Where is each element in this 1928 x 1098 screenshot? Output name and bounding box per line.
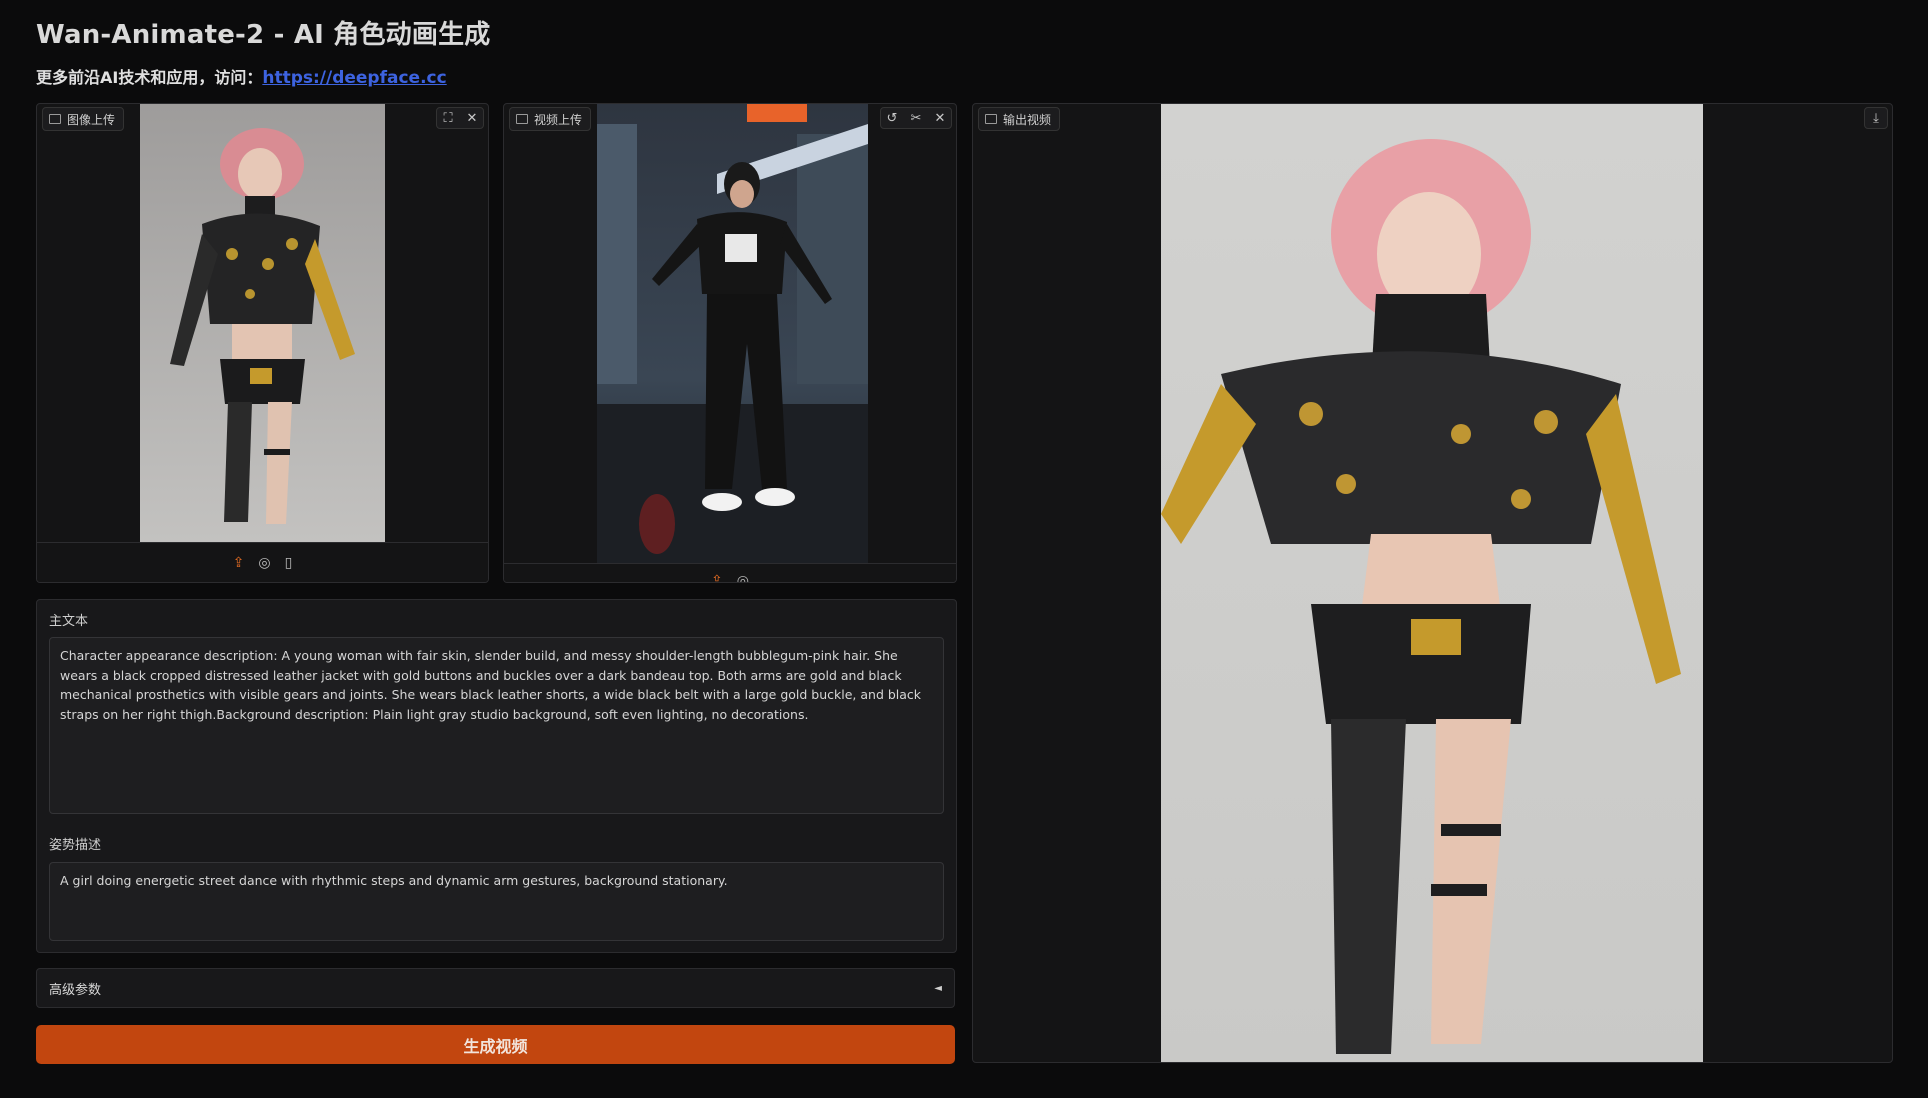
video-upload-label: 视频上传 <box>534 112 583 127</box>
video-icon <box>985 114 997 124</box>
advanced-params-accordion[interactable]: 高级参数 ◄ <box>36 968 955 1008</box>
image-tools: ⛶ ✕ <box>436 107 484 129</box>
upload-icon[interactable]: ⇪ <box>711 573 723 582</box>
output-video-panel[interactable]: 输出视频 ⤓ <box>972 103 1893 1063</box>
scissors-icon[interactable]: ✂ <box>905 108 927 128</box>
clipboard-icon[interactable]: ▯ <box>285 555 293 571</box>
generated-video-frame <box>1161 104 1703 1062</box>
image-icon <box>49 114 61 124</box>
download-icon[interactable]: ⤓ <box>1865 108 1887 128</box>
page-subtitle: 更多前沿AI技术和应用，访问：https://deepface.cc <box>36 64 447 88</box>
webcam-icon[interactable]: ◎ <box>737 573 749 582</box>
close-icon[interactable]: ✕ <box>929 108 951 128</box>
character-image <box>140 104 385 542</box>
image-upload-panel[interactable]: 图像上传 ⛶ ✕ ⇪ ◎ ▯ <box>36 103 489 583</box>
dance-video-frame <box>597 104 868 563</box>
page-title: Wan-Animate-2 - AI 角色动画生成 <box>36 20 491 50</box>
video-tools: ↺ ✂ ✕ <box>880 107 952 129</box>
undo-icon[interactable]: ↺ <box>881 108 903 128</box>
uploaded-image <box>140 104 385 542</box>
caret-left-icon: ◄ <box>934 982 942 994</box>
output-video[interactable] <box>1161 104 1703 1062</box>
output-video-label: 输出视频 <box>1003 112 1052 127</box>
prompt-label: 主文本 <box>49 614 89 629</box>
image-upload-label-chip: 图像上传 <box>42 107 125 131</box>
output-tools: ⤓ <box>1864 107 1888 129</box>
video-upload-toolbar: ⇪ ◎ <box>504 563 956 582</box>
close-icon[interactable]: ✕ <box>461 108 483 128</box>
prompt-textarea[interactable]: Character appearance description: A youn… <box>49 637 944 814</box>
image-upload-toolbar: ⇪ ◎ ▯ <box>37 542 488 582</box>
video-upload-label-chip: 视频上传 <box>509 107 592 131</box>
pose-textarea[interactable]: A girl doing energetic street dance with… <box>49 862 944 941</box>
text-inputs-panel: 主文本 Character appearance description: A … <box>36 599 957 953</box>
pose-label: 姿势描述 <box>49 838 102 853</box>
video-icon <box>516 114 528 124</box>
upload-icon[interactable]: ⇪ <box>233 555 245 571</box>
output-video-label-chip: 输出视频 <box>978 107 1061 131</box>
fullscreen-icon[interactable]: ⛶ <box>437 108 459 128</box>
uploaded-video[interactable] <box>597 104 868 563</box>
webcam-icon[interactable]: ◎ <box>258 555 270 571</box>
image-upload-label: 图像上传 <box>67 112 116 127</box>
advanced-params-label: 高级参数 <box>49 982 102 998</box>
subtitle-text: 更多前沿AI技术和应用，访问： <box>36 68 263 87</box>
deepface-link[interactable]: https://deepface.cc <box>262 68 446 88</box>
video-upload-panel[interactable]: 视频上传 ↺ ✂ ✕ ⇪ ◎ <box>503 103 957 583</box>
generate-video-button[interactable]: 生成视频 <box>36 1025 955 1064</box>
